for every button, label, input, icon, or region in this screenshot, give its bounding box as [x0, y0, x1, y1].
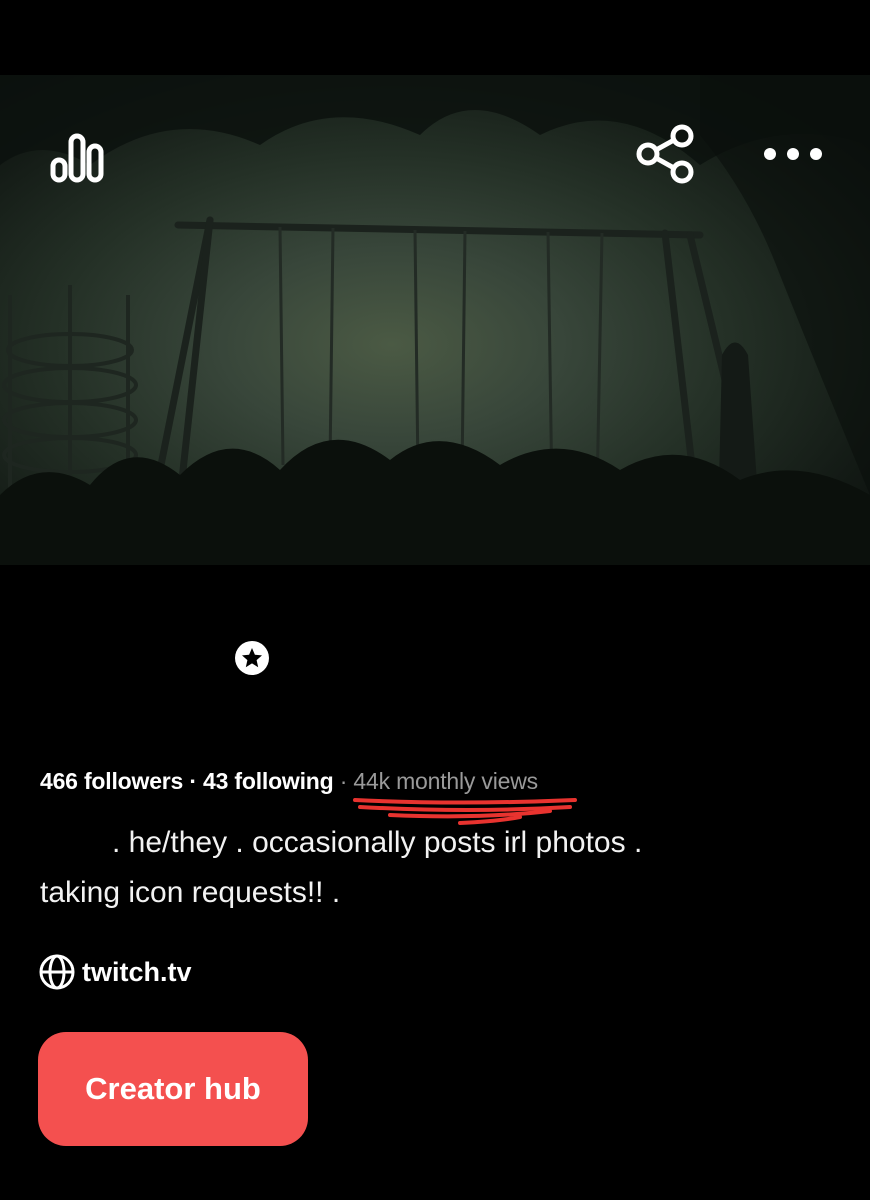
globe-icon	[39, 954, 75, 990]
profile-cover-image	[0, 75, 870, 565]
bar-chart-icon	[50, 133, 104, 183]
redacted-display-name	[40, 640, 220, 720]
star-badge-icon[interactable]	[234, 640, 270, 676]
profile-bio: . he/they . occasionally posts irl photo…	[40, 818, 820, 918]
more-options-button[interactable]	[756, 130, 832, 178]
link-text[interactable]: twitch.tv	[82, 957, 192, 988]
profile-link[interactable]: twitch.tv	[38, 952, 192, 992]
following-count[interactable]: 43 following	[203, 768, 334, 794]
profile-name-area	[40, 630, 300, 730]
more-horizontal-icon	[764, 148, 822, 160]
stats-separator: ·	[189, 768, 197, 794]
bio-line-1: . he/they . occasionally posts irl photo…	[112, 826, 643, 859]
share-icon	[636, 124, 694, 184]
monthly-views: 44k monthly views	[353, 768, 538, 794]
stats-button[interactable]	[40, 130, 110, 185]
creator-hub-button[interactable]: Creator hub	[38, 1032, 308, 1146]
top-status-bar	[0, 0, 870, 75]
playground-swing-scene	[0, 75, 870, 565]
share-button[interactable]	[632, 122, 702, 186]
followers-count[interactable]: 466 followers	[40, 768, 183, 794]
views-separator: ·	[339, 768, 348, 794]
bio-line-2: taking icon requests!! .	[40, 876, 341, 909]
